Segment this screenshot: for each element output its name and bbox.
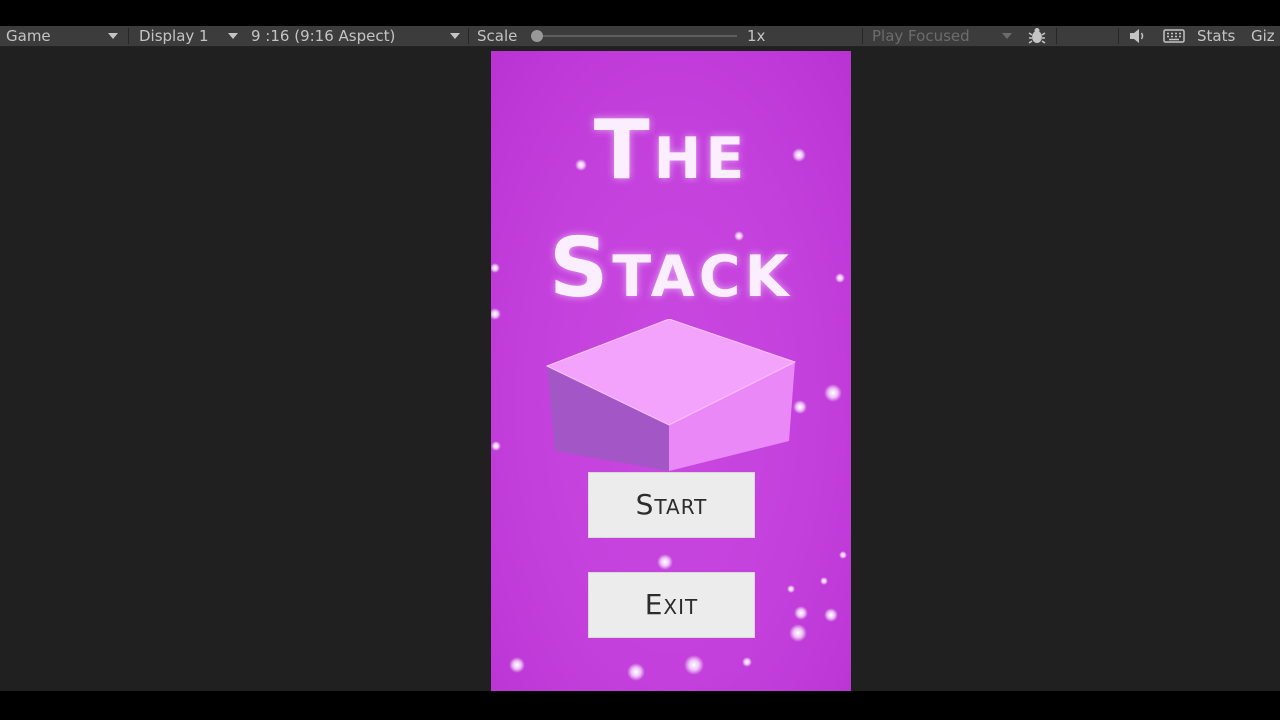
- sparkle-particle: [627, 663, 645, 681]
- game-view-toolbar: Game Display 1 9 :16 (9:16 Aspect) Scale…: [0, 26, 1280, 47]
- view-dropdown[interactable]: Game: [6, 26, 51, 46]
- game-title-line-1: The: [593, 103, 749, 198]
- scale-label: Scale: [477, 27, 518, 45]
- sparkle-particle: [491, 441, 501, 451]
- toolbar-separator: [468, 28, 469, 44]
- toolbar-separator: [128, 28, 129, 44]
- sparkle-particle: [684, 655, 704, 675]
- toolbar-separator: [1056, 28, 1057, 44]
- display-dropdown-arrow-icon[interactable]: [228, 33, 238, 39]
- sparkle-particle: [789, 624, 807, 642]
- bug-icon[interactable]: [1027, 27, 1047, 47]
- scale-value: 1x: [747, 27, 766, 45]
- sparkle-particle: [794, 606, 808, 620]
- exit-button[interactable]: Exit: [588, 572, 755, 638]
- sparkle-particle: [820, 577, 828, 585]
- game-screen: The Stack Start Exit: [491, 51, 851, 691]
- start-button[interactable]: Start: [588, 472, 755, 538]
- unity-editor-frame: Game Display 1 9 :16 (9:16 Aspect) Scale…: [0, 0, 1280, 720]
- scale-slider-handle[interactable]: [531, 30, 543, 42]
- bottom-edge: [0, 691, 1280, 720]
- stack-cube: [545, 319, 797, 471]
- sparkle-particle: [742, 657, 752, 667]
- game-title-line-2: Stack: [549, 221, 793, 316]
- sparkle-particle: [509, 657, 525, 673]
- toolbar-separator: [1118, 28, 1119, 44]
- stats-toggle[interactable]: Stats: [1197, 26, 1235, 46]
- toolbar-separator: [862, 28, 863, 44]
- sparkle-particle: [657, 554, 673, 570]
- view-dropdown-arrow-icon[interactable]: [108, 33, 118, 39]
- aspect-dropdown[interactable]: 9 :16 (9:16 Aspect): [251, 26, 395, 46]
- play-mode-dropdown-arrow-icon[interactable]: [1002, 33, 1012, 39]
- display-dropdown[interactable]: Display 1: [139, 26, 209, 46]
- sparkle-particle: [787, 585, 795, 593]
- play-mode-dropdown[interactable]: Play Focused: [872, 26, 970, 46]
- sparkle-particle: [824, 608, 838, 622]
- sparkle-particle: [824, 384, 842, 402]
- speaker-icon[interactable]: [1128, 27, 1148, 47]
- sparkle-particle: [839, 551, 847, 559]
- aspect-dropdown-arrow-icon[interactable]: [450, 33, 460, 39]
- gizmos-toggle[interactable]: Giz: [1251, 26, 1275, 46]
- keyboard-icon[interactable]: [1163, 27, 1185, 47]
- scale-slider-track[interactable]: [537, 35, 737, 37]
